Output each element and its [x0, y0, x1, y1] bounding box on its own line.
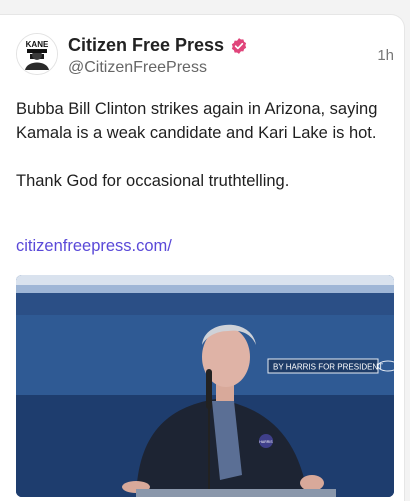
- post-card[interactable]: KANE Citizen Free Press @CitizenFreePres…: [0, 14, 405, 501]
- verified-badge-icon: [231, 37, 247, 54]
- avatar-image: KANE: [17, 34, 57, 74]
- post-media-image[interactable]: BY HARRIS FOR PRESIDENT HARRIS: [16, 275, 394, 497]
- media-photo: BY HARRIS FOR PRESIDENT HARRIS: [16, 275, 394, 497]
- post-time[interactable]: 1h: [377, 47, 394, 64]
- post-link[interactable]: citizenfreepress.com/: [16, 237, 172, 256]
- author-handle[interactable]: @CitizenFreePress: [68, 59, 207, 77]
- post-paragraph: Bubba Bill Clinton strikes again in Ariz…: [16, 100, 378, 142]
- avatar[interactable]: KANE: [16, 33, 58, 75]
- author-name[interactable]: Citizen Free Press: [68, 35, 224, 56]
- avatar-text: KANE: [26, 40, 49, 49]
- pin-text: HARRIS: [259, 440, 273, 444]
- post-paragraph: Thank God for occasional truthtelling.: [16, 172, 290, 190]
- author-row: Citizen Free Press: [68, 35, 248, 56]
- post-body: Bubba Bill Clinton strikes again in Ariz…: [16, 97, 394, 217]
- banner-text: BY HARRIS FOR PRESIDENT: [273, 363, 383, 372]
